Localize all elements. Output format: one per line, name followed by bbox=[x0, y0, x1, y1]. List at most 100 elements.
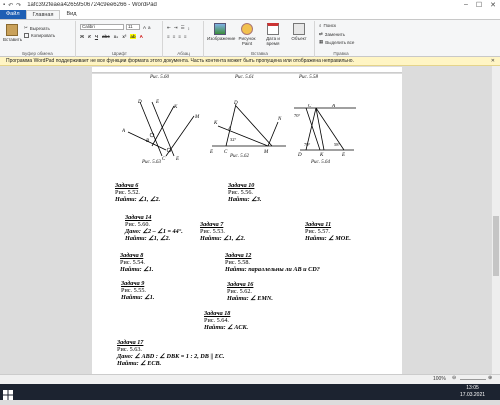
task-title: Задача 7 bbox=[200, 221, 224, 228]
figure-caption-5-60: Рис. 5.60 bbox=[150, 75, 170, 80]
find-button[interactable]: ⌕ Поиск bbox=[319, 23, 336, 28]
quick-access-toolbar: ▪ ↶ ↷ bbox=[0, 2, 21, 9]
svg-text:70°: 70° bbox=[304, 142, 311, 147]
font-group: Calibri 11 Aa Ж К Ч abc x₂ x² ab A Шрифт bbox=[77, 21, 163, 57]
font-color-icon[interactable]: A bbox=[140, 34, 143, 39]
save-icon[interactable]: ▪ bbox=[3, 2, 5, 9]
insert-group-label: Вставка bbox=[251, 51, 268, 56]
edit-group: ⌕ Поиск ⇄ Заменить ▦ Выделить все Правка bbox=[316, 21, 366, 57]
italic-icon[interactable]: К bbox=[88, 34, 91, 39]
taskbar-clock[interactable]: 13:05 17.03.2021 bbox=[460, 385, 485, 399]
clipboard-icon bbox=[6, 24, 18, 36]
task-figure-ref: Рис. 5.57. bbox=[305, 228, 330, 235]
replace-icon: ⇄ bbox=[319, 31, 323, 36]
svg-text:E: E bbox=[341, 153, 345, 156]
tab-view[interactable]: Вид bbox=[60, 10, 82, 19]
font-family-select[interactable]: Calibri bbox=[80, 24, 124, 30]
svg-text:32°: 32° bbox=[230, 137, 237, 142]
insert-group: Изображение Рисунок Paint Дата и время О… bbox=[205, 21, 315, 57]
superscript-icon[interactable]: x² bbox=[122, 34, 126, 39]
maximize-icon[interactable]: ☐ bbox=[476, 1, 482, 9]
task-figure-ref: Рис. 5.58. bbox=[225, 259, 250, 266]
svg-text:D: D bbox=[137, 100, 142, 105]
copy-button[interactable]: Копировать bbox=[24, 33, 55, 38]
insert-picture-button[interactable]: Изображение bbox=[207, 23, 235, 41]
vertical-scrollbar[interactable] bbox=[491, 66, 500, 374]
datetime-label: Дата и время bbox=[266, 36, 280, 46]
align-center-icon[interactable]: ≡ bbox=[173, 34, 176, 39]
shrink-font-icon[interactable]: a bbox=[148, 25, 151, 30]
underline-icon[interactable]: Ч bbox=[95, 34, 98, 39]
scrollbar-thumb[interactable] bbox=[493, 216, 499, 276]
paragraph-group: ⇤ ⇥ ☰ ↕ ≡ ≡ ≡ ≡ Абзац bbox=[164, 21, 204, 57]
compatibility-infobar: Программа WordPad поддерживает не все фу… bbox=[0, 57, 500, 66]
justify-icon[interactable]: ≡ bbox=[184, 34, 187, 39]
svg-text:D: D bbox=[297, 153, 302, 156]
object-label: Объект bbox=[291, 36, 307, 41]
undo-icon[interactable]: ↶ bbox=[8, 2, 13, 9]
task-title: Задача 14 bbox=[125, 214, 152, 221]
minimize-icon[interactable]: – bbox=[464, 1, 468, 9]
paint-icon bbox=[241, 23, 253, 35]
paste-button[interactable]: Вставить bbox=[3, 24, 22, 42]
clipboard-group-label: Буфер обмена bbox=[22, 51, 53, 56]
svg-text:K: K bbox=[173, 105, 178, 110]
highlight-icon[interactable]: ab bbox=[130, 34, 136, 39]
clock-date: 17.03.2021 bbox=[460, 392, 486, 398]
close-infobar-icon[interactable]: ✕ bbox=[491, 57, 495, 66]
picture-icon bbox=[214, 23, 226, 35]
font-group-label: Шрифт bbox=[112, 51, 127, 56]
svg-text:M: M bbox=[194, 115, 200, 120]
zoom-slider[interactable] bbox=[460, 379, 486, 380]
zoom-out-icon[interactable]: ⊖ bbox=[452, 375, 456, 381]
strikethrough-icon[interactable]: abc bbox=[102, 34, 110, 39]
task-title: Задача 16 bbox=[227, 281, 254, 288]
task-title: Задача 9 bbox=[121, 280, 145, 287]
cut-button[interactable]: ✂ Вырезать bbox=[24, 25, 50, 31]
close-icon[interactable]: ✕ bbox=[490, 1, 496, 9]
tab-home[interactable]: Главная bbox=[25, 10, 61, 19]
select-all-icon: ▦ bbox=[319, 39, 324, 44]
line-spacing-icon[interactable]: ↕ bbox=[188, 26, 190, 31]
task-figure-ref: Рис. 5.52. bbox=[115, 189, 140, 196]
figure-5-62-diagram: D K A N 32° E C M bbox=[210, 101, 286, 154]
task-9: Задача 9 Рис. 5.55. Найти: ∠1. bbox=[121, 280, 154, 301]
windows-start-icon[interactable] bbox=[3, 387, 13, 400]
task-question: Найти: ∠ ECB. bbox=[117, 360, 162, 367]
replace-button[interactable]: ⇄ Заменить bbox=[319, 31, 345, 37]
ruler[interactable] bbox=[92, 67, 402, 73]
task-figure-ref: Рис. 5.54. bbox=[120, 259, 145, 266]
font-size-select[interactable]: 11 bbox=[126, 24, 140, 30]
task-6: Задача 6 Рис. 5.52. Найти: ∠1, ∠2. bbox=[115, 182, 160, 203]
task-title: Задача 17 bbox=[117, 339, 144, 346]
task-question: Найти: параллельны ли AB и CD? bbox=[225, 266, 320, 273]
subscript-icon[interactable]: x₂ bbox=[114, 34, 119, 39]
figure-5-64-diagram: A C 70° 70° 58° D K E bbox=[294, 104, 356, 156]
svg-text:A: A bbox=[122, 129, 126, 134]
tab-file[interactable]: Файл bbox=[0, 10, 26, 19]
increase-indent-icon[interactable]: ⇥ bbox=[174, 25, 178, 31]
decrease-indent-icon[interactable]: ⇤ bbox=[167, 25, 171, 31]
align-left-icon[interactable]: ≡ bbox=[167, 34, 170, 39]
grow-font-icon[interactable]: A bbox=[143, 25, 146, 30]
align-right-icon[interactable]: ≡ bbox=[178, 34, 181, 39]
document-page[interactable]: Рис. 5.60 Рис. 5.61 Рис. 5.58 D E K M A … bbox=[92, 74, 402, 374]
paint-drawing-button[interactable]: Рисунок Paint bbox=[235, 23, 259, 46]
window-title: 1afc392feaea42659506724c9ee6266 - WordPa… bbox=[27, 2, 157, 8]
task-question: Найти: ∠ MOE. bbox=[305, 235, 351, 242]
task-16: Задача 16 Рис. 5.62. Найти: ∠ EMN. bbox=[227, 281, 273, 302]
task-question: Найти: ∠ ACK. bbox=[204, 324, 249, 331]
svg-text:E: E bbox=[155, 100, 159, 105]
select-all-button[interactable]: ▦ Выделить все bbox=[319, 39, 354, 45]
svg-text:K: K bbox=[319, 153, 324, 156]
clipboard-group: Вставить ✂ Вырезать Копировать Буфер обм… bbox=[0, 21, 76, 57]
insert-object-button[interactable]: Объект bbox=[287, 23, 311, 41]
bullets-icon[interactable]: ☰ bbox=[181, 25, 185, 31]
copy-icon bbox=[24, 33, 29, 38]
task-given: Дано: ∠2 – ∠1 = 44°. bbox=[125, 228, 183, 235]
task-7: Задача 7 Рис. 5.53. Найти: ∠1, ∠2. bbox=[200, 221, 245, 242]
zoom-in-icon[interactable]: ⊕ bbox=[488, 375, 492, 381]
select-all-label: Выделить все bbox=[325, 39, 355, 45]
bold-icon[interactable]: Ж bbox=[80, 34, 84, 39]
datetime-button[interactable]: Дата и время bbox=[261, 23, 285, 46]
